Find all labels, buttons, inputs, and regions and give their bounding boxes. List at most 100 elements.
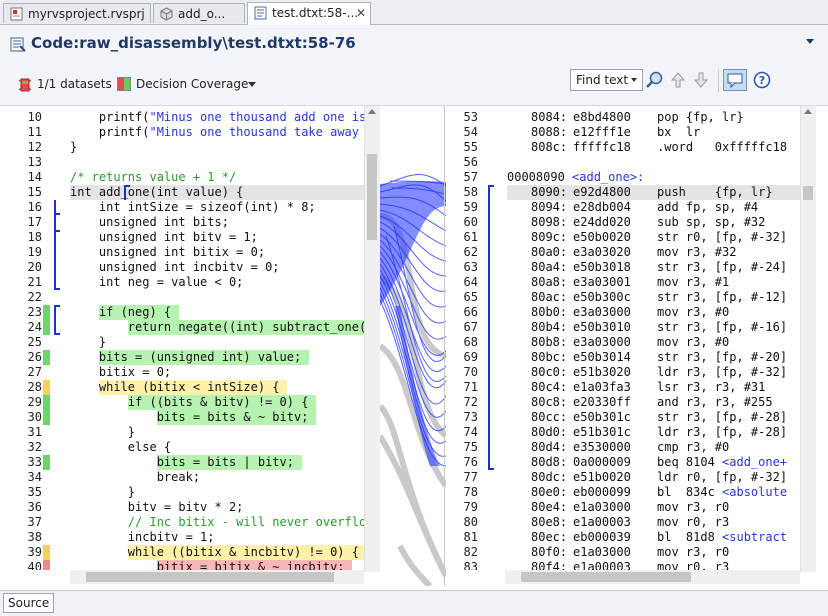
source-line[interactable]: 16 int intSize = sizeof(int) * 8;	[0, 200, 364, 215]
instruction-mnemonic: str r0, [fp, #-32]	[657, 230, 788, 244]
disassembly-vertical-scrollbar[interactable]	[800, 106, 816, 572]
source-line[interactable]: 35 }	[0, 485, 364, 500]
disassembly-line[interactable]: 74 80d0: e51b301c ldr r3, [fp, #-28]	[446, 425, 800, 440]
scroll-thumb[interactable]	[86, 572, 334, 582]
source-vertical-scrollbar[interactable]	[364, 106, 380, 572]
disassembly-line[interactable]: 77 80dc: e51b0020 ldr r0, [fp, #-32]	[446, 470, 800, 485]
source-line[interactable]: 32 else {	[0, 440, 364, 455]
tab-myrvsproject[interactable]: myrvsproject.rvsprj	[3, 3, 151, 23]
disassembly-line[interactable]: 58 8090: e92d4800 push {fp, lr}	[446, 185, 800, 200]
branch-marker	[488, 275, 494, 290]
coverage-chevron-down-icon[interactable]	[248, 82, 256, 87]
source-line[interactable]: 40 bitix = bitix & ~ incbitv;	[0, 560, 364, 570]
disassembly-line[interactable]: 75 80d4: e3530000 cmp r3, #0	[446, 440, 800, 455]
disassembly-line[interactable]: 82 80f0: e1a03000 mov r3, r0	[446, 545, 800, 560]
scroll-thumb[interactable]	[803, 186, 813, 200]
source-line[interactable]: 21 int neg = value < 0;	[0, 275, 364, 290]
comment-icon[interactable]	[723, 69, 747, 91]
disassembly-line[interactable]: 78 80e0: eb000099 bl 834c <absolute	[446, 485, 800, 500]
source-line[interactable]: 36 bitv = bitv * 2;	[0, 500, 364, 515]
disassembly-line[interactable]: 59 8094: e28db004 add fp, sp, #4	[446, 200, 800, 215]
scroll-up-icon[interactable]	[804, 109, 812, 114]
source-line[interactable]: 28 while (bitix < intSize) {	[0, 380, 364, 395]
disassembly-line[interactable]: 83 80f4: e1a00003 mov r0, r3	[446, 560, 800, 570]
disassembly-line[interactable]: 71 80c4: e1a03fa3 lsr r3, r3, #31	[446, 380, 800, 395]
arrow-up-icon[interactable]	[668, 70, 688, 90]
find-text-dropdown[interactable]: Find text	[570, 69, 643, 91]
source-line[interactable]: 14 /* returns value + 1 */	[0, 170, 364, 185]
source-line[interactable]: 31 }	[0, 425, 364, 440]
source-horizontal-scrollbar[interactable]	[70, 570, 364, 584]
disassembly-line[interactable]: 81 80ec: eb000039 bl 81d8 <subtract	[446, 530, 800, 545]
tab-test-dtxt[interactable]: test.dtxt:58-... ✕	[247, 2, 371, 25]
disassembly-line[interactable]: 54 8088: e12fff1e bx lr	[446, 125, 800, 140]
disassembly-line[interactable]: 73 80cc: e50b301c str r3, [fp, #-28]	[446, 410, 800, 425]
disassembly-line[interactable]: 76 80d8: 0a000009 beq 8104 <add_one+	[446, 455, 800, 470]
source-line[interactable]: 19 unsigned int bitix = 0;	[0, 245, 364, 260]
disassembly-line[interactable]: 70 80c0: e51b3020 ldr r3, [fp, #-32]	[446, 365, 800, 380]
source-line[interactable]: 13	[0, 155, 364, 170]
disassembly-line[interactable]: 79 80e4: e1a03000 mov r3, r0	[446, 500, 800, 515]
instruction-hex: e8bd4800	[573, 110, 631, 124]
source-line[interactable]: 18 unsigned int bitv = 1;	[0, 230, 364, 245]
disassembly-line[interactable]: 66 80b0: e3a03000 mov r3, #0	[446, 305, 800, 320]
datasets-icon[interactable]	[18, 77, 32, 93]
instruction-address: 80a0:	[531, 245, 568, 259]
coverage-selector[interactable]: Decision Coverage	[136, 77, 248, 91]
source-line[interactable]: 30 bits = bits & ~ bitv;	[0, 410, 364, 425]
datasets-label[interactable]: 1/1 datasets	[37, 77, 112, 91]
disassembly-line[interactable]: 69 80bc: e50b3014 str r3, [fp, #-20]	[446, 350, 800, 365]
source-line[interactable]: 12}	[0, 140, 364, 155]
line-number: 18	[27, 230, 42, 244]
tab-add-one[interactable]: add_o...	[153, 3, 245, 23]
source-line[interactable]: 24 return negate((int) subtract_one(a	[0, 320, 364, 335]
disassembly-line[interactable]: 61 809c: e50b0020 str r0, [fp, #-32]	[446, 230, 800, 245]
disassembly-pane[interactable]: 53 8084: e8bd4800 pop {fp, lr} 54 8088: e12fff…	[446, 106, 800, 570]
source-line[interactable]: 25 }	[0, 335, 364, 350]
disassembly-line[interactable]: 64 80a8: e3a03001 mov r3, #1	[446, 275, 800, 290]
source-line[interactable]: 10 printf("Minus one thousand add one is	[0, 110, 364, 125]
close-icon[interactable]: ✕	[356, 3, 366, 23]
source-line[interactable]: 34 break;	[0, 470, 364, 485]
source-line[interactable]: 39 while ((bitix & incbitv) != 0) {	[0, 545, 364, 560]
source-tab[interactable]: Source	[3, 593, 55, 613]
disassembly-line[interactable]: 63 80a4: e50b3018 str r3, [fp, #-24]	[446, 260, 800, 275]
disassembly-line[interactable]: 57 00008090 <add_one>:	[446, 170, 800, 185]
source-code-pane[interactable]: 10 printf("Minus one thousand add one is…	[0, 106, 364, 570]
disassembly-line[interactable]: 60 8098: e24dd020 sub sp, sp, #32	[446, 215, 800, 230]
source-line[interactable]: 33 bits = bits | bitv;	[0, 455, 364, 470]
source-line[interactable]: 17 unsigned int bits;	[0, 215, 364, 230]
scroll-thumb[interactable]	[367, 154, 377, 240]
source-line[interactable]: 26 bits = (unsigned int) value;	[0, 350, 364, 365]
instruction-address: 80e8:	[531, 515, 568, 529]
source-line[interactable]: 22	[0, 290, 364, 305]
disassembly-line[interactable]: 80 80e8: e1a00003 mov r0, r3	[446, 515, 800, 530]
pane-divider[interactable]	[444, 106, 445, 586]
scroll-thumb[interactable]	[521, 572, 691, 582]
disassembly-line[interactable]: 53 8084: e8bd4800 pop {fp, lr}	[446, 110, 800, 125]
scroll-up-icon[interactable]	[368, 109, 376, 114]
source-line[interactable]: 27 bitix = 0;	[0, 365, 364, 380]
source-line[interactable]: 20 unsigned int incbitv = 0;	[0, 260, 364, 275]
disassembly-line[interactable]: 67 80b4: e50b3010 str r3, [fp, #-16]	[446, 320, 800, 335]
disassembly-horizontal-scrollbar[interactable]	[505, 570, 800, 584]
source-line[interactable]: 38 incbitv = 1;	[0, 530, 364, 545]
coverage-icon[interactable]	[117, 77, 131, 91]
disassembly-line[interactable]: 68 80b8: e3a03000 mov r3, #0	[446, 335, 800, 350]
disassembly-line[interactable]: 62 80a0: e3a03020 mov r3, #32	[446, 245, 800, 260]
source-line[interactable]: 15 int add_one(int value) {	[28, 185, 364, 200]
view-menu-chevron-down-icon[interactable]	[806, 39, 814, 44]
source-line[interactable]: 29 if ((bits & bitv) != 0) {	[0, 395, 364, 410]
line-number: 11	[27, 125, 42, 139]
source-line[interactable]: 37 // Inc bitix - will never overflow	[0, 515, 364, 530]
line-number: 38	[27, 530, 42, 544]
source-line[interactable]: 11 printf("Minus one thousand take away …	[0, 125, 364, 140]
arrow-down-icon[interactable]	[691, 70, 711, 90]
help-icon[interactable]: ?	[752, 70, 772, 90]
disassembly-line[interactable]: 65 80ac: e50b300c str r3, [fp, #-12]	[446, 290, 800, 305]
search-icon[interactable]	[645, 70, 665, 90]
disassembly-line[interactable]: 55 808c: fffffc18 .word 0xfffffc18	[446, 140, 800, 155]
disassembly-line[interactable]: 72 80c8: e20330ff and r3, r3, #255	[446, 395, 800, 410]
disassembly-line[interactable]: 56	[446, 155, 800, 170]
source-line[interactable]: 23 if (neg) {	[0, 305, 364, 320]
